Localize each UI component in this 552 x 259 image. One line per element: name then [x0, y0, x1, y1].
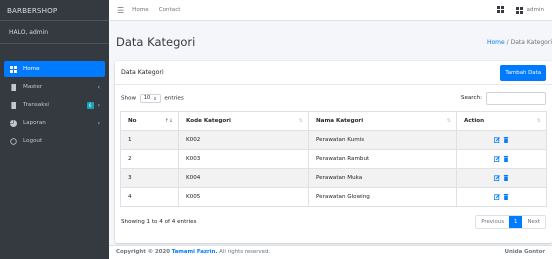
table-row: 4 K005 Perawatan Glowing — [120, 187, 547, 207]
sidebar-item-home[interactable]: Home — [4, 61, 105, 77]
grid-icon — [9, 65, 17, 73]
sort-asc-icon: ↑↓ — [164, 118, 173, 124]
grid-icon[interactable] — [497, 5, 505, 15]
cell-kode: K004 — [178, 168, 309, 188]
edit-icon[interactable] — [493, 136, 500, 143]
add-data-button[interactable]: Tambah Data — [500, 64, 546, 81]
table-row: 1 K002 Perawatan Kumis — [120, 130, 547, 150]
sidebar-item-logout[interactable]: Logout — [4, 133, 105, 149]
content-wrapper: Data Kategori Home / Data Kategori Data … — [109, 21, 552, 245]
cell-no: 2 — [120, 149, 179, 169]
cell-no: 1 — [120, 130, 179, 150]
column-header-kode[interactable]: Kode Kategori ⇅ — [178, 111, 309, 131]
cell-action — [456, 187, 547, 207]
sidebar-menu: Home Master ‹ Transaksi 6 ‹ Laporan ‹ Lo… — [0, 44, 109, 149]
table-controls: Show 10 ⇕ entries Search: — [115, 85, 552, 111]
card-header: Data Kategori Tambah Data — [115, 61, 552, 85]
nav-home-link[interactable]: Home — [132, 7, 149, 13]
book-icon — [9, 83, 17, 91]
breadcrumb: Home / Data Kategori — [487, 39, 552, 46]
show-label: Show — [121, 95, 137, 101]
page-title: Data Kategori — [116, 35, 196, 49]
top-navbar: ☰ Home Contact admin — [109, 0, 552, 21]
nav-contact-link[interactable]: Contact — [159, 7, 181, 13]
next-button[interactable]: Next — [522, 216, 545, 228]
column-header-action[interactable]: Action ⇅ — [456, 111, 547, 131]
cell-nama: Perawatan Muka — [308, 168, 457, 188]
search-input[interactable] — [486, 91, 546, 105]
sidebar-item-label: Transaksi — [23, 102, 49, 108]
sidebar-item-transaksi[interactable]: Transaksi 6 ‹ — [4, 97, 105, 113]
table-row: 3 K004 Perawatan Muka — [120, 168, 547, 188]
count-badge: 6 — [86, 101, 94, 109]
book-icon — [9, 101, 17, 109]
breadcrumb-home-link[interactable]: Home — [487, 39, 505, 46]
trash-icon[interactable] — [503, 136, 509, 143]
sidebar: BARBERSHOP HALO, admin Home Master ‹ Tra… — [0, 0, 109, 259]
cell-action — [456, 168, 547, 188]
pagination: Previous 1 Next — [475, 215, 546, 229]
admin-menu[interactable]: admin — [516, 6, 544, 14]
entries-value: 10 — [143, 95, 151, 101]
card-title: Data Kategori — [121, 69, 164, 76]
cell-action — [456, 130, 547, 150]
edit-icon[interactable] — [493, 174, 500, 181]
entries-label: entries — [164, 95, 184, 101]
site-footer: Copyright © 2020 Tamami Fazrin. All righ… — [109, 245, 552, 259]
author-link[interactable]: Tamami Fazrin. — [172, 249, 218, 255]
column-header-nama[interactable]: Nama Kategori ⇅ — [308, 111, 457, 131]
sort-icon: ⇅ — [298, 118, 303, 124]
hamburger-menu-icon[interactable]: ☰ — [117, 6, 124, 15]
search-label: Search: — [460, 95, 482, 101]
chevron-left-icon: ‹ — [97, 101, 100, 109]
trash-icon[interactable] — [503, 193, 509, 200]
edit-icon[interactable] — [493, 155, 500, 162]
cell-kode: K002 — [178, 130, 309, 150]
user-greeting[interactable]: HALO, admin — [0, 21, 109, 44]
breadcrumb-current: Data Kategori — [510, 39, 552, 46]
admin-label: admin — [526, 7, 544, 13]
previous-button[interactable]: Previous — [476, 216, 509, 228]
cell-no: 3 — [120, 168, 179, 188]
cell-no: 4 — [120, 187, 179, 207]
cell-nama: Perawatan Kumis — [308, 130, 457, 150]
copyright-text: Copyright © 2020 Tamami Fazrin. All righ… — [116, 249, 271, 255]
table-footer: Showing 1 to 4 of 4 entries Previous 1 N… — [115, 207, 552, 237]
entries-select[interactable]: 10 ⇕ — [139, 93, 161, 103]
cell-nama: Perawatan Rambut — [308, 149, 457, 169]
sidebar-item-label: Home — [23, 66, 40, 72]
sidebar-item-laporan[interactable]: Laporan ‹ — [4, 115, 105, 131]
data-card: Data Kategori Tambah Data Show 10 ⇕ entr… — [115, 61, 552, 243]
trash-icon[interactable] — [503, 155, 509, 162]
cell-action — [456, 149, 547, 169]
column-header-no[interactable]: No ↑↓ — [120, 111, 179, 131]
cell-kode: K005 — [178, 187, 309, 207]
length-control: Show 10 ⇕ entries — [121, 93, 184, 103]
table-info: Showing 1 to 4 of 4 entries — [121, 219, 197, 225]
cell-kode: K003 — [178, 149, 309, 169]
table-header-row: No ↑↓ Kode Kategori ⇅ Nama Kategori ⇅ Actio… — [120, 111, 547, 131]
trash-icon[interactable] — [503, 174, 509, 181]
sort-icon: ⇅ — [446, 118, 451, 124]
chart-pie-icon — [9, 119, 17, 127]
kategori-table: No ↑↓ Kode Kategori ⇅ Nama Kategori ⇅ Actio… — [120, 111, 547, 207]
circle-icon — [9, 137, 17, 145]
brand-logo[interactable]: BARBERSHOP — [0, 0, 109, 21]
grid-icon — [516, 6, 524, 14]
sort-icon: ⇅ — [536, 118, 541, 124]
sidebar-item-master[interactable]: Master ‹ — [4, 79, 105, 95]
search-control: Search: — [460, 91, 546, 105]
breadcrumb-separator: / — [506, 39, 509, 46]
select-arrows-icon: ⇕ — [153, 95, 157, 101]
sidebar-item-label: Master — [23, 84, 43, 90]
chevron-left-icon: ‹ — [97, 83, 100, 91]
sidebar-item-label: Laporan — [23, 120, 46, 126]
sidebar-item-label: Logout — [23, 138, 43, 144]
cell-nama: Perawatan Glowing — [308, 187, 457, 207]
page-1-button[interactable]: 1 — [509, 216, 523, 228]
edit-icon[interactable] — [493, 193, 500, 200]
chevron-left-icon: ‹ — [97, 119, 100, 127]
table-row: 2 K003 Perawatan Rambut — [120, 149, 547, 169]
footer-right-text: Unida Gontor — [504, 249, 545, 255]
